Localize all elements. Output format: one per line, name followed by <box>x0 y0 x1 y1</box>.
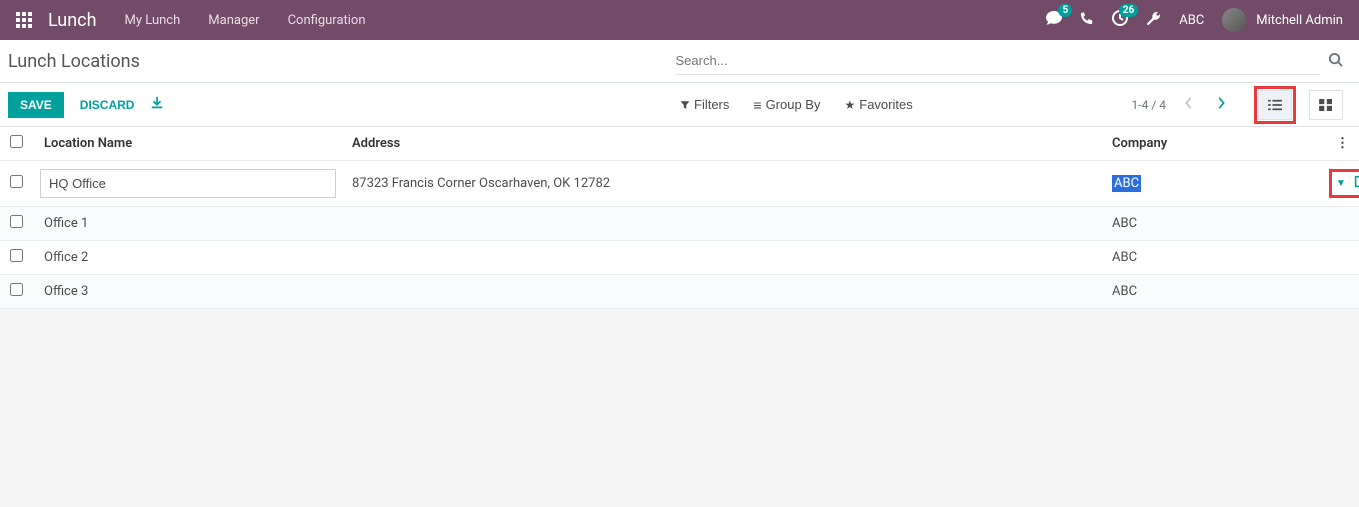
activities-icon[interactable]: 26 <box>1112 10 1128 30</box>
filters-button[interactable]: Filters <box>680 97 729 112</box>
group-by-button[interactable]: ≡ Group By <box>753 97 820 113</box>
search-icon[interactable] <box>1328 52 1343 70</box>
favorites-button[interactable]: ★ Favorites <box>844 97 912 112</box>
save-button[interactable]: SAVE <box>8 92 64 118</box>
download-icon[interactable] <box>150 96 164 114</box>
top-navbar: Lunch My Lunch Manager Configuration 5 2… <box>0 0 1359 40</box>
pager-prev[interactable] <box>1180 92 1198 117</box>
table-row[interactable]: Office 3 ABC <box>0 275 1359 309</box>
pager: 1-4 / 4 <box>1132 98 1166 112</box>
debug-icon[interactable] <box>1146 11 1161 30</box>
location-name-input[interactable] <box>40 169 336 198</box>
company-cell[interactable]: ABC <box>1102 241 1319 275</box>
location-name-cell[interactable]: Office 1 <box>34 207 342 241</box>
address-cell[interactable] <box>342 241 1102 275</box>
row-checkbox[interactable] <box>10 249 23 262</box>
list-view-button[interactable] <box>1258 90 1292 120</box>
table-row[interactable]: 87323 Francis Corner Oscarhaven, OK 1278… <box>0 161 1359 207</box>
location-name-cell[interactable]: Office 3 <box>34 275 342 309</box>
company-value: ABC <box>1112 175 1141 192</box>
discard-button[interactable]: DISCARD <box>80 98 135 112</box>
select-all-checkbox[interactable] <box>10 135 23 148</box>
col-header-company[interactable]: Company <box>1102 127 1319 161</box>
search-input[interactable] <box>676 47 1321 75</box>
row-checkbox[interactable] <box>10 283 23 296</box>
app-name[interactable]: Lunch <box>48 10 97 31</box>
page-title: Lunch Locations <box>8 51 676 72</box>
apps-icon[interactable] <box>16 12 32 28</box>
col-header-name[interactable]: Location Name <box>34 127 342 161</box>
user-menu[interactable]: Mitchell Admin <box>1222 8 1343 32</box>
column-options-icon[interactable]: ⋮ <box>1336 136 1349 151</box>
dropdown-caret-icon[interactable]: ▼ <box>1336 178 1346 189</box>
chat-icon[interactable]: 5 <box>1046 10 1062 30</box>
row-checkbox[interactable] <box>10 215 23 228</box>
chat-badge: 5 <box>1058 4 1072 17</box>
avatar <box>1222 8 1246 32</box>
company-cell[interactable]: ABC <box>1102 161 1319 207</box>
table-row[interactable]: Office 2 ABC <box>0 241 1359 275</box>
external-link-icon[interactable] <box>1354 175 1359 192</box>
pager-next[interactable] <box>1212 92 1230 117</box>
activities-badge: 26 <box>1119 4 1138 17</box>
user-name: Mitchell Admin <box>1256 13 1343 28</box>
row-checkbox[interactable] <box>10 175 23 188</box>
address-cell[interactable] <box>342 207 1102 241</box>
nav-link-manager[interactable]: Manager <box>208 13 259 28</box>
company-cell[interactable]: ABC <box>1102 275 1319 309</box>
location-name-cell[interactable]: Office 2 <box>34 241 342 275</box>
company-cell[interactable]: ABC <box>1102 207 1319 241</box>
col-header-address[interactable]: Address <box>342 127 1102 161</box>
nav-link-configuration[interactable]: Configuration <box>288 13 366 28</box>
address-cell[interactable]: 87323 Francis Corner Oscarhaven, OK 1278… <box>342 161 1102 207</box>
nav-link-my-lunch[interactable]: My Lunch <box>125 13 181 28</box>
phone-icon[interactable] <box>1080 11 1094 29</box>
table-row[interactable]: Office 1 ABC <box>0 207 1359 241</box>
address-cell[interactable] <box>342 275 1102 309</box>
kanban-view-button[interactable] <box>1309 90 1343 120</box>
company-switcher[interactable]: ABC <box>1179 13 1204 28</box>
